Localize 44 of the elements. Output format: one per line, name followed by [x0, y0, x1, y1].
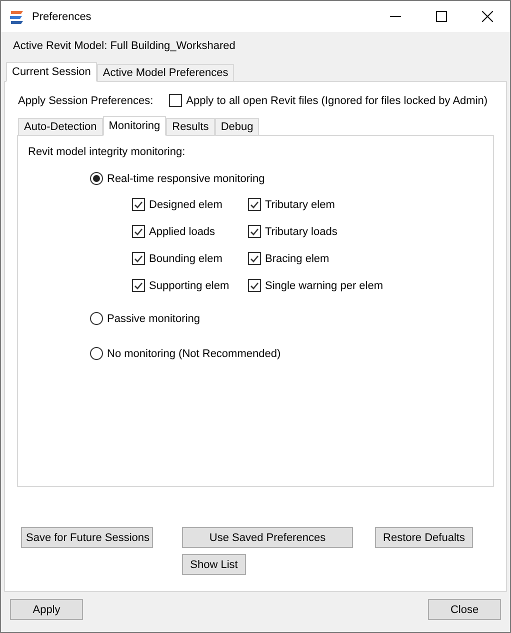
app-logo-icon	[9, 8, 25, 24]
close-icon	[482, 11, 492, 22]
checkbox[interactable]	[132, 252, 145, 265]
radio-label: Passive monitoring	[107, 312, 200, 324]
checkbox[interactable]	[169, 94, 182, 107]
checkbox-label: Single warning per elem	[265, 280, 384, 292]
radio-button[interactable]	[90, 347, 103, 360]
checkbox[interactable]	[248, 225, 261, 238]
checkbox-label: Tributary loads	[265, 226, 338, 238]
checkbox[interactable]	[248, 198, 261, 211]
tab[interactable]: Auto-Detection	[18, 118, 103, 136]
close-button[interactable]: Close	[428, 599, 501, 620]
radio-button[interactable]	[90, 172, 103, 185]
show-list-button[interactable]: Show List	[182, 554, 246, 575]
checkbox-label: Bounding elem	[149, 252, 222, 264]
active-model-label: Active Revit Model: Full Building_Workshared	[13, 40, 236, 54]
checkbox-label: Bracing elem	[265, 252, 330, 264]
checkbox[interactable]	[132, 225, 145, 238]
restore-defaults-button[interactable]: Restore Defualts	[375, 527, 473, 548]
tab[interactable]: Current Session	[6, 62, 97, 82]
checkbox[interactable]	[248, 252, 261, 265]
checkbox-label: Designed elem	[149, 198, 222, 210]
save-button[interactable]: Save for Future Sessions	[21, 527, 153, 548]
section-heading: Revit model integrity monitoring:	[28, 146, 186, 158]
tab[interactable]: Debug	[214, 118, 260, 136]
tab[interactable]: Results	[166, 118, 215, 136]
checkbox-label: Tributary elem	[265, 198, 335, 210]
radio-button[interactable]	[90, 312, 103, 325]
radio-label: No monitoring (Not Recommended)	[107, 348, 281, 360]
checkbox[interactable]	[132, 198, 145, 211]
tab[interactable]: Monitoring	[102, 116, 166, 136]
maximize-icon	[436, 11, 446, 22]
window-title: Preferences	[32, 10, 92, 22]
use-saved-button[interactable]: Use Saved Preferences	[182, 527, 353, 548]
checkbox-label: Apply to all open Revit files (Ignored for files locked by Admin)	[186, 94, 488, 106]
apply-button[interactable]: Apply	[10, 599, 83, 620]
checkbox[interactable]	[132, 279, 145, 292]
session-label: Apply Session Preferences:	[18, 94, 154, 106]
checkbox[interactable]	[248, 279, 261, 292]
checkbox-label: Applied loads	[149, 226, 216, 238]
minimize-icon	[390, 16, 400, 17]
radio-label: Real-time responsive monitoring	[107, 172, 265, 184]
tab[interactable]: Active Model Preferences	[96, 64, 234, 82]
checkbox-label: Supporting elem	[149, 280, 230, 292]
